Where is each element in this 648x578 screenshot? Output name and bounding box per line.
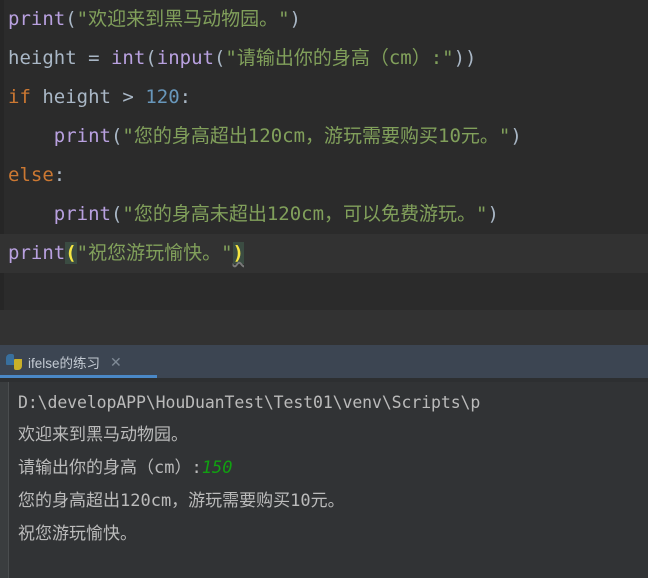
console-output-line: 您的身高超出120cm，游玩需要购买10元。 [18,485,648,518]
code-line-5[interactable]: else: [0,156,648,195]
code-line-6[interactable]: print("您的身高未超出120cm，可以免费游玩。") [0,195,648,234]
console-output-line: D:\developAPP\HouDuanTest\Test01\venv\Sc… [18,386,648,419]
code-token: ( [65,242,77,264]
code-token: ( [110,125,123,147]
code-token: ( [213,47,226,69]
console-output-line: 欢迎来到黑马动物园。 [18,419,648,452]
console-left-gutter [0,382,9,578]
code-token: > [122,86,134,108]
console-output-line: 祝您游玩愉快。 [18,518,648,551]
code-token: int [110,47,146,69]
console-tab-ifelse[interactable]: ifelse的练习 ✕ [0,345,130,378]
console-output-line: 请输出你的身高（cm）:150 [18,452,648,485]
code-line-1[interactable]: print("欢迎来到黑马动物园。") [0,0,648,39]
console-user-input-value: 150 [201,458,233,478]
console-output-text: 请输出你的身高（cm）: [18,458,202,478]
code-token: if [8,86,31,108]
console-output-text: 欢迎来到黑马动物园。 [18,425,188,445]
code-line-7[interactable]: print("祝您游玩愉快。") [0,234,648,273]
code-token: height [30,86,123,108]
console-output-text: 您的身高超出120cm，游玩需要购买10元。 [18,491,345,511]
close-icon[interactable]: ✕ [110,355,122,369]
code-token: ) [510,125,522,147]
code-line-2[interactable]: height = int(input("请输出你的身高（cm）:")) [0,39,648,78]
code-token: "祝您游玩愉快。" [76,242,233,264]
code-token: ( [110,203,123,225]
code-token: ) [487,203,499,225]
code-token: "您的身高超出120cm，游玩需要购买10元。" [122,125,511,147]
code-token: ) [232,242,244,264]
code-token: = [76,47,111,69]
code-token: else [8,164,54,186]
code-token: print [53,125,111,147]
code-token: ( [65,8,77,30]
python-file-icon [6,353,22,370]
code-token: : [53,164,66,186]
console-output-text: D:\developAPP\HouDuanTest\Test01\venv\Sc… [18,393,481,412]
code-token: ( [145,47,157,69]
console-tab-label: ifelse的练习 [28,355,101,371]
code-token: "您的身高未超出120cm，可以免费游玩。" [122,203,488,225]
code-token: input [156,47,214,69]
console-tab-bar: ifelse的练习 ✕ [0,345,648,378]
code-token: print [8,242,66,264]
code-token: "请输出你的身高（cm）:" [225,47,454,69]
code-token: )) [453,47,477,69]
code-editor-pane[interactable]: print("欢迎来到黑马动物园。") height = int(input("请… [0,0,648,310]
code-line-3[interactable]: if height > 120: [0,78,648,117]
code-token: "欢迎来到黑马动物园。" [76,8,290,30]
console-output-text: 祝您游玩愉快。 [18,524,137,544]
editor-console-separator [0,310,648,345]
code-token: height [8,47,77,69]
code-token: print [53,203,111,225]
code-line-4[interactable]: print("您的身高超出120cm，游玩需要购买10元。") [0,117,648,156]
code-token: 120 [145,86,180,108]
run-console-output[interactable]: D:\developAPP\HouDuanTest\Test01\venv\Sc… [0,382,648,578]
code-token: print [8,8,66,30]
code-token: : [179,86,192,108]
code-token: ) [289,8,301,30]
